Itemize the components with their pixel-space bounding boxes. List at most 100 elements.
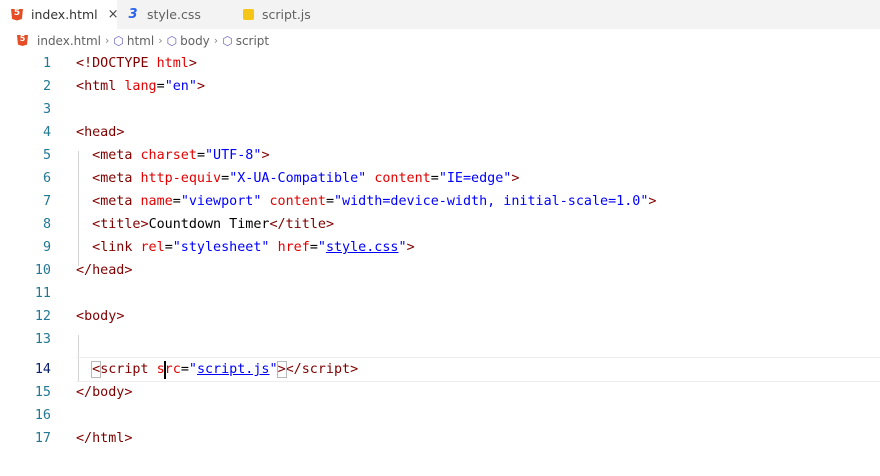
code-editor[interactable]: 1 <!DOCTYPE html> 2 <html lang="en"> 3 4… <box>0 52 880 476</box>
line-number: 6 <box>42 171 51 186</box>
chevron-right-icon: › <box>213 34 219 47</box>
file-link[interactable]: script.js <box>197 362 270 377</box>
code-line: 7 <meta name="viewport" content="width=d… <box>0 190 880 213</box>
line-number: 14 <box>34 362 51 377</box>
breadcrumb-item-body[interactable]: body <box>180 34 210 48</box>
token: > <box>648 194 657 209</box>
token: name <box>140 194 173 209</box>
code-text: </html> <box>76 427 132 450</box>
token: lang <box>124 79 157 94</box>
code-text: <!DOCTYPE html> <box>76 52 197 75</box>
token: > <box>124 263 133 278</box>
token: < <box>92 148 101 163</box>
token: charset <box>140 148 197 163</box>
token: head <box>84 125 117 140</box>
line-number: 11 <box>34 286 51 301</box>
breadcrumb-item-html[interactable]: html <box>127 34 154 48</box>
token: http-equiv <box>140 171 222 186</box>
line-number: 9 <box>42 240 51 255</box>
code-line: 1 <!DOCTYPE html> <box>0 52 880 75</box>
token: > <box>276 361 287 378</box>
token: body <box>84 309 117 324</box>
token: </ <box>269 217 286 232</box>
code-text: <link rel="stylesheet" href="style.css"> <box>76 236 415 259</box>
text-cursor <box>164 361 166 379</box>
token: "X-UA-Compatible" <box>229 171 367 186</box>
token: > <box>511 171 520 186</box>
line-number: 8 <box>42 217 51 232</box>
token: " <box>317 240 326 255</box>
line-number: 5 <box>42 148 51 163</box>
html5-icon <box>17 35 28 46</box>
token: > <box>124 431 133 446</box>
token: html <box>84 79 117 94</box>
code-line: 9 <link rel="stylesheet" href="style.css… <box>0 236 880 259</box>
token: title <box>285 217 326 232</box>
token: DOCTYPE <box>92 56 149 71</box>
token: > <box>406 240 415 255</box>
code-text: <html lang="en"> <box>76 75 205 98</box>
token: > <box>140 217 149 232</box>
breadcrumb-file[interactable]: index.html <box>37 34 101 48</box>
token: > <box>261 148 270 163</box>
tab-index-html[interactable]: index.html × <box>0 0 119 29</box>
token: > <box>196 79 205 94</box>
token: = <box>196 148 205 163</box>
token: title <box>100 217 141 232</box>
code-line: 3 <box>0 98 880 121</box>
token: > <box>325 217 334 232</box>
symbol-cube-icon: ⬡ <box>113 33 124 48</box>
chevron-right-icon: › <box>104 34 110 47</box>
token: "stylesheet" <box>172 240 270 255</box>
token: </ <box>285 362 302 377</box>
code-line-active: 14 <script src="script.js"></script> <box>0 357 880 382</box>
token: < <box>92 171 101 186</box>
symbol-cube-icon: ⬡ <box>166 33 178 48</box>
breadcrumb-item-script[interactable]: script <box>236 34 269 48</box>
tab-script-js[interactable]: script.js <box>232 0 342 29</box>
line-number: 15 <box>34 385 51 400</box>
token: < <box>76 125 85 140</box>
code-text: </head> <box>76 259 132 282</box>
code-text: </body> <box>76 381 132 404</box>
token: "en" <box>164 79 197 94</box>
line-number: 2 <box>42 79 51 94</box>
token: body <box>92 385 125 400</box>
token: > <box>116 309 125 324</box>
code-text: <script src="script.js"></script> <box>76 358 358 381</box>
token: content <box>374 171 431 186</box>
token: > <box>188 56 197 71</box>
token: < <box>92 240 101 255</box>
code-line: 10 </head> <box>0 259 880 282</box>
token: </ <box>76 263 93 278</box>
token: "IE=edge" <box>438 171 512 186</box>
code-line: 4 <head> <box>0 121 880 144</box>
token: link <box>100 240 133 255</box>
token: script <box>301 362 351 377</box>
token: < <box>76 79 85 94</box>
javascript-icon <box>243 9 254 20</box>
symbol-cube-icon: ⬡ <box>222 33 233 48</box>
line-number: 13 <box>34 332 51 347</box>
token: meta <box>100 194 133 209</box>
token: " <box>398 240 407 255</box>
token: = <box>156 79 165 94</box>
token: " <box>188 362 197 377</box>
code-line: 11 <box>0 282 880 305</box>
token: meta <box>100 148 133 163</box>
line-number: 4 <box>42 125 51 140</box>
code-line: 5 <meta charset="UTF-8"> <box>0 144 880 167</box>
tab-style-css[interactable]: 3 style.css <box>117 0 232 29</box>
token: src <box>156 362 181 377</box>
file-link[interactable]: style.css <box>326 240 399 255</box>
tab-label: script.js <box>262 7 311 22</box>
token: < <box>76 309 85 324</box>
